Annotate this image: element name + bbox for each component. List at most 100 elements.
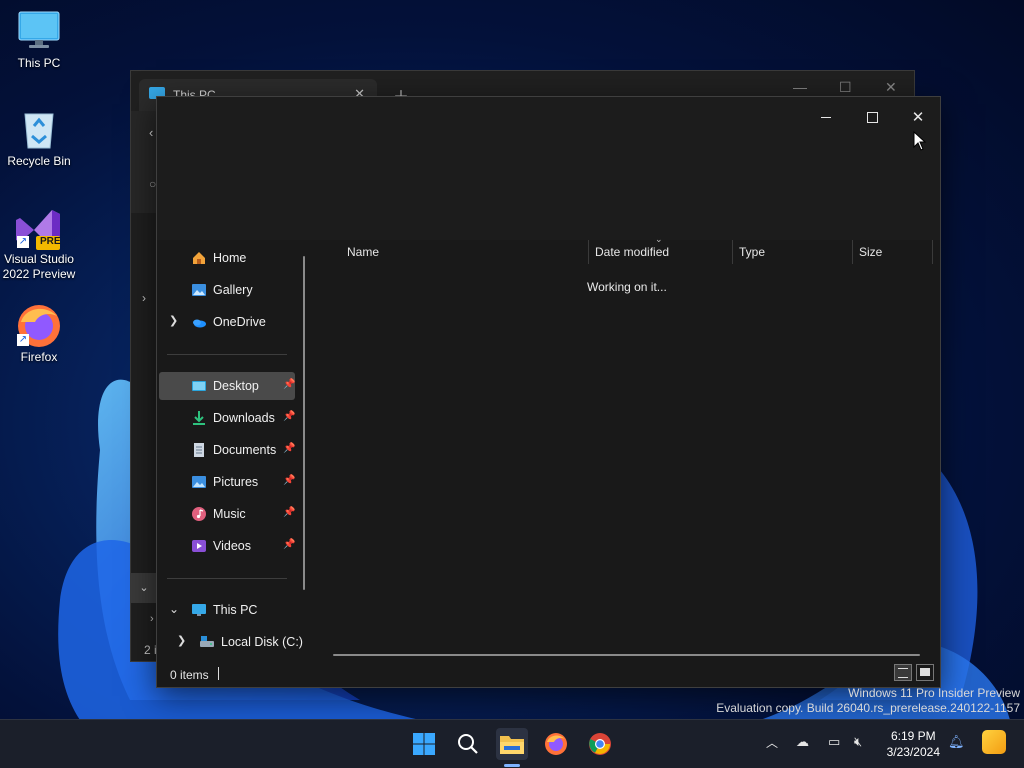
clock-time: 6:19 PM <box>890 729 936 743</box>
loading-message: Working on it... <box>587 280 667 294</box>
nav-item-videos[interactable]: Videos 📌 <box>159 532 295 560</box>
visual-studio-icon: PRE ↗ <box>16 204 61 250</box>
status-partial: 2 i <box>144 643 157 657</box>
desktop-icon-recycle-bin[interactable]: Recycle Bin <box>1 106 77 169</box>
monitor-icon <box>17 8 61 52</box>
nav-label: Home <box>213 251 247 265</box>
nav-label: Documents <box>213 443 277 457</box>
horizontal-scrollbar[interactable] <box>333 654 920 656</box>
desktop-icon-label: This PC <box>17 56 61 70</box>
close-button[interactable]: ✕ <box>895 103 941 131</box>
column-header-type[interactable]: Type <box>739 245 765 259</box>
firefox-icon: ↗ <box>17 302 61 347</box>
nav-item-home[interactable]: Home <box>159 244 295 272</box>
videos-icon <box>192 540 206 552</box>
preview-badge: PRE <box>40 236 61 247</box>
title-area: ✕ <box>157 97 940 240</box>
copilot-icon[interactable] <box>982 730 1006 754</box>
back-arrow-icon[interactable]: ‹ <box>149 125 153 140</box>
pin-icon: 📌 <box>283 539 296 550</box>
close-icon: ✕ <box>911 109 925 126</box>
file-list: Name ⌄ Date modified Type Size Working o… <box>315 234 940 660</box>
column-header-date-modified[interactable]: Date modified <box>595 245 669 259</box>
nav-label: Desktop <box>213 379 259 393</box>
nav-label: OneDrive <box>213 315 266 329</box>
column-header-row: Name ⌄ Date modified Type Size <box>315 234 940 264</box>
chevron-down-icon[interactable]: ⌄ <box>169 602 179 616</box>
desktop-icon-visual-studio[interactable]: PRE ↗ Visual Studio 2022 Preview <box>1 204 77 282</box>
nav-item-documents[interactable]: Documents 📌 <box>159 436 295 464</box>
file-explorer-taskbar-button[interactable] <box>496 728 528 760</box>
onedrive-icon <box>193 319 206 328</box>
maximize-icon[interactable]: ☐ <box>839 79 852 96</box>
navigation-strip: › ⌄ › 2 i <box>131 213 158 661</box>
pin-icon: 📌 <box>283 475 296 486</box>
start-button[interactable] <box>408 728 440 760</box>
nav-item-downloads[interactable]: Downloads 📌 <box>159 404 295 432</box>
nav-item-local-disk[interactable]: ❯ Local Disk (C:) <box>159 628 305 656</box>
command-area: ‹ ○ <box>131 111 157 213</box>
active-app-indicator <box>504 764 520 767</box>
recycle-bin-icon <box>17 106 61 150</box>
tiles-view-button[interactable] <box>916 664 934 681</box>
tiles-view-icon <box>920 668 930 676</box>
chevron-right-icon[interactable]: › <box>142 291 146 305</box>
chevron-right-icon[interactable]: ❯ <box>177 634 186 647</box>
clock[interactable]: 6:19 PM 3/23/2024 <box>887 728 940 760</box>
explorer-window[interactable]: ✕ Home Gallery ❯ OneDrive Desktop 📌 Down… <box>156 96 941 688</box>
column-divider[interactable] <box>588 240 589 264</box>
nav-label: Downloads <box>213 411 275 425</box>
column-divider[interactable] <box>932 240 933 264</box>
nav-label: This PC <box>213 603 258 617</box>
sort-indicator-icon: ⌄ <box>655 234 663 244</box>
mouse-pointer-icon <box>913 131 927 151</box>
desktop-icon-this-pc[interactable]: This PC <box>1 8 77 71</box>
desktop-icon-firefox[interactable]: ↗ Firefox <box>1 302 77 365</box>
volume-muted-icon[interactable]: 🔇︎ <box>854 734 862 750</box>
chrome-icon <box>589 733 611 755</box>
chevron-down-icon[interactable]: ⌄ <box>131 573 157 603</box>
column-divider[interactable] <box>852 240 853 264</box>
nav-item-this-pc[interactable]: ⌄ This PC <box>159 596 295 624</box>
close-icon[interactable]: ✕ <box>885 79 897 96</box>
cloud-offline-icon[interactable]: ☁ <box>796 734 809 750</box>
desktop-icon-label: Visual Studio 2022 Preview <box>2 252 76 281</box>
status-divider <box>218 667 219 680</box>
maximize-button[interactable] <box>849 103 895 131</box>
column-divider[interactable] <box>732 240 733 264</box>
show-hidden-icons-chevron-icon[interactable]: ︿ <box>766 734 778 751</box>
pin-icon: 📌 <box>283 411 296 422</box>
minimize-icon[interactable]: — <box>793 79 807 95</box>
download-icon <box>193 411 205 425</box>
nav-item-onedrive[interactable]: ❯ OneDrive <box>159 308 295 336</box>
column-header-name[interactable]: Name <box>347 245 379 259</box>
pin-icon: 📌 <box>283 379 296 390</box>
pin-icon: 📌 <box>283 443 296 454</box>
nav-item-desktop[interactable]: Desktop 📌 <box>159 372 295 400</box>
home-icon <box>193 252 205 264</box>
music-icon <box>192 507 206 521</box>
details-view-button[interactable] <box>894 664 912 681</box>
minimize-button[interactable] <box>803 103 849 131</box>
firefox-taskbar-button[interactable] <box>540 728 572 760</box>
chevron-right-icon[interactable]: › <box>150 613 154 625</box>
shortcut-arrow-icon: ↗ <box>17 236 29 248</box>
nav-scrollbar[interactable] <box>303 256 305 590</box>
desktop-icon-label: Firefox <box>20 350 58 364</box>
nav-label: Music <box>213 507 246 521</box>
folder-icon <box>500 736 524 754</box>
pictures-icon <box>192 476 206 488</box>
notification-bell-icon[interactable]: 🔔︎ <box>948 734 965 750</box>
document-icon <box>194 443 204 457</box>
nav-item-gallery[interactable]: Gallery <box>159 276 295 304</box>
nav-label: Local Disk (C:) <box>221 635 303 649</box>
divider <box>167 354 287 355</box>
chevron-right-icon[interactable]: ❯ <box>169 314 178 327</box>
nav-item-music[interactable]: Music 📌 <box>159 500 295 528</box>
network-icon[interactable]: ▭ <box>828 734 840 750</box>
maximize-icon <box>866 111 878 123</box>
search-button[interactable] <box>452 728 484 760</box>
column-header-size[interactable]: Size <box>859 245 882 259</box>
nav-item-pictures[interactable]: Pictures 📌 <box>159 468 295 496</box>
chrome-taskbar-button[interactable] <box>584 728 616 760</box>
